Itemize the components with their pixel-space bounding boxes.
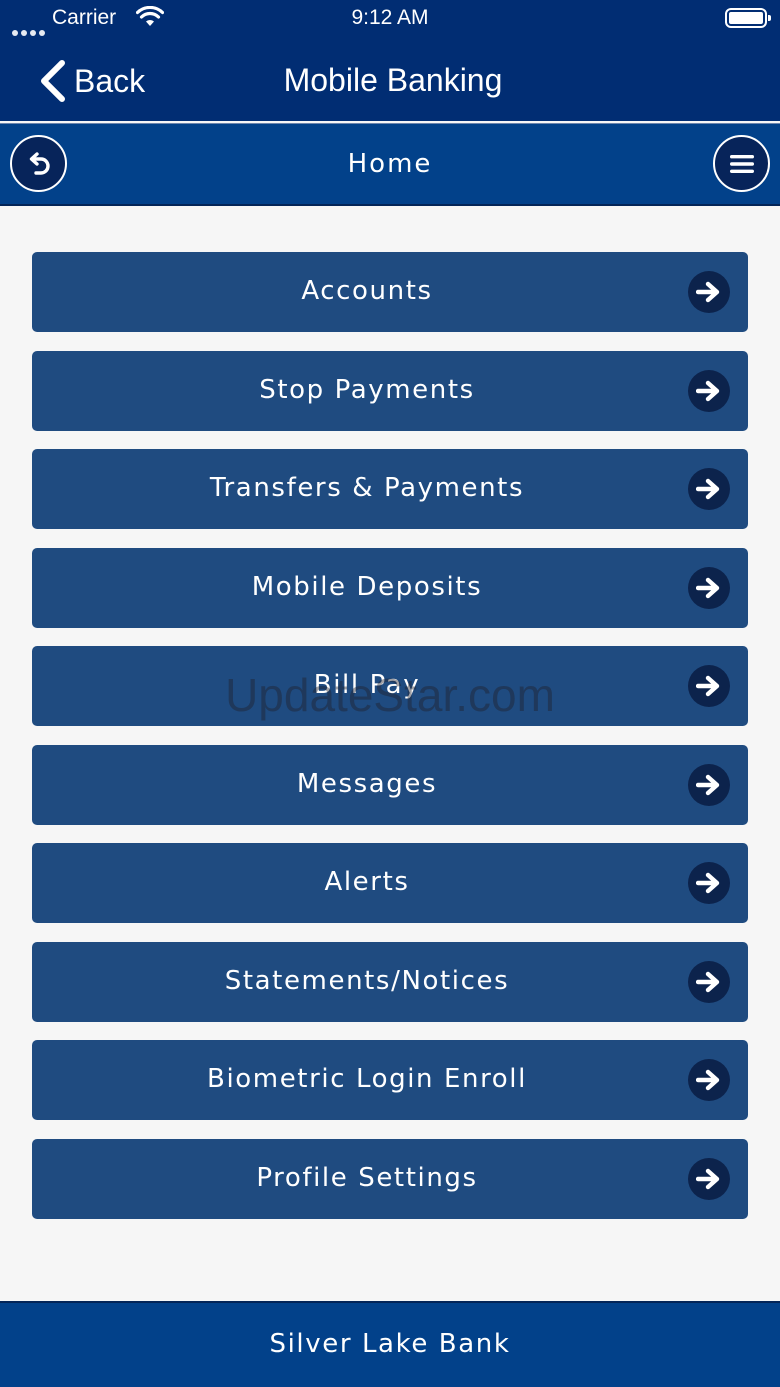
section-title: Home xyxy=(347,149,433,179)
arrow-right-icon xyxy=(688,960,730,1003)
menu-item-label: Stop Payments xyxy=(259,374,475,405)
arrow-right-icon xyxy=(688,271,730,313)
navigation-bar: Carrier 9:12 AM Back Mobile Banking xyxy=(0,0,780,121)
bill-pay-button[interactable]: Bill Pay xyxy=(32,646,748,726)
accounts-button[interactable]: Accounts xyxy=(32,252,748,332)
menu-item-label: Mobile Deposits xyxy=(251,571,483,602)
menu-item-label: Profile Settings xyxy=(256,1162,478,1193)
arrow-right-icon xyxy=(688,1157,730,1200)
biometric-login-enroll-button[interactable]: Biometric Login Enroll xyxy=(32,1040,748,1120)
arrow-right-icon xyxy=(688,566,730,609)
arrow-right-icon xyxy=(688,369,730,412)
profile-settings-button[interactable]: Profile Settings xyxy=(32,1138,748,1219)
status-bar: Carrier 9:12 AM xyxy=(0,0,780,40)
hamburger-menu-icon xyxy=(729,154,754,173)
status-time: 9:12 AM xyxy=(351,6,429,29)
menu-item-label: Transfers & Payments xyxy=(209,473,525,503)
stop-payments-button[interactable]: Stop Payments xyxy=(32,350,748,431)
menu-item-label: Alerts xyxy=(324,867,410,897)
mobile-deposits-button[interactable]: Mobile Deposits xyxy=(32,547,748,628)
footer: Silver Lake Bank xyxy=(0,1301,780,1387)
menu-item-label: Accounts xyxy=(301,276,433,306)
battery-icon xyxy=(725,8,771,28)
messages-button[interactable]: Messages xyxy=(32,744,748,825)
menu-item-label: Biometric Login Enroll xyxy=(207,1064,527,1094)
menu-item-label: Messages xyxy=(296,768,438,799)
statements-notices-button[interactable]: Statements/Notices xyxy=(32,941,748,1022)
menu-button[interactable] xyxy=(713,135,770,192)
menu-item-label: Bill Pay xyxy=(313,670,421,700)
arrow-right-icon xyxy=(688,468,730,510)
arrow-right-icon xyxy=(688,763,730,806)
alerts-button[interactable]: Alerts xyxy=(32,843,748,923)
menu-item-label: Statements/Notices xyxy=(224,965,510,996)
arrow-right-icon xyxy=(688,862,730,904)
arrow-right-icon xyxy=(688,665,730,707)
arrow-right-icon xyxy=(688,1059,730,1101)
bank-name: Silver Lake Bank xyxy=(269,1329,511,1359)
transfers-payments-button[interactable]: Transfers & Payments xyxy=(32,449,748,529)
main-menu: Accounts Stop Payments Transfers & Payme… xyxy=(32,252,748,1237)
page-title: Mobile Banking xyxy=(283,62,503,98)
sub-header: Home xyxy=(0,123,780,206)
